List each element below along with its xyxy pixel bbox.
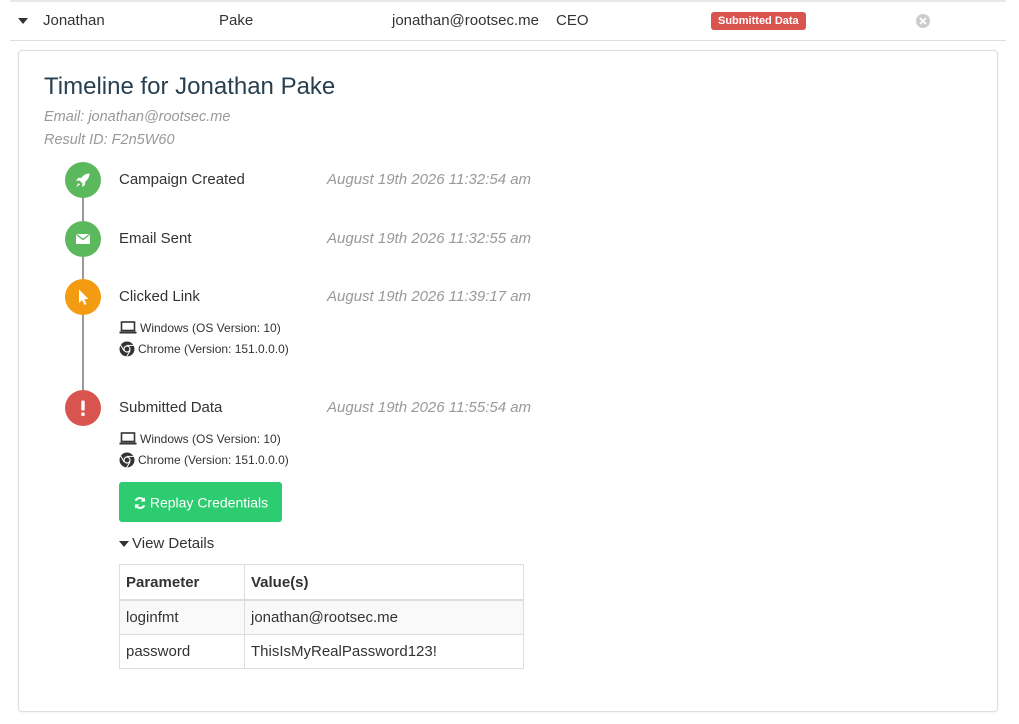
- caret-down-icon: [119, 541, 129, 548]
- event-label: Clicked Link: [119, 288, 200, 305]
- os-label: Windows (OS Version: 10): [140, 320, 281, 335]
- browser-detail: Chrome (Version: 151.0.0.0): [119, 340, 289, 357]
- browser-label: Chrome (Version: 151.0.0.0): [138, 452, 289, 467]
- browser-detail: Chrome (Version: 151.0.0.0): [119, 451, 289, 468]
- table-row: password ThisIsMyRealPassword123!: [119, 634, 524, 669]
- timeline-email: Email: jonathan@rootsec.me: [44, 109, 231, 125]
- laptop-icon: [119, 321, 137, 334]
- event-label: Campaign Created: [119, 171, 245, 188]
- view-details-toggle[interactable]: View Details: [119, 535, 214, 552]
- timeline-panel: Timeline for Jonathan Pake Email: jonath…: [18, 50, 998, 712]
- laptop-icon: [119, 432, 137, 445]
- table-header-row: Parameter Value(s): [119, 564, 524, 601]
- rocket-icon: [65, 162, 101, 198]
- mouse-pointer-icon: [65, 279, 101, 315]
- os-detail: Windows (OS Version: 10): [119, 319, 281, 335]
- close-icon[interactable]: [916, 14, 930, 28]
- value-cell: ThisIsMyRealPassword123!: [244, 634, 524, 669]
- results-table-row[interactable]: Jonathan Pake jonathan@rootsec.me CEO Su…: [10, 2, 1006, 41]
- parameter-cell: password: [119, 634, 245, 669]
- replay-credentials-label: Replay Credentials: [149, 494, 269, 511]
- position-cell: CEO: [556, 12, 589, 29]
- column-header: Value(s): [244, 564, 524, 601]
- envelope-icon: [65, 221, 101, 257]
- email-cell: jonathan@rootsec.me: [392, 12, 539, 29]
- details-table: Parameter Value(s) loginfmt jonathan@roo…: [119, 564, 524, 669]
- os-label: Windows (OS Version: 10): [140, 431, 281, 446]
- timeline-result-id: Result ID: F2n5W60: [44, 132, 175, 148]
- last-name-cell: Pake: [219, 12, 254, 29]
- column-header: Parameter: [119, 564, 245, 601]
- event-time: August 19th 2026 11:39:17 am: [327, 288, 532, 305]
- event-time: August 19th 2026 11:32:55 am: [327, 230, 532, 247]
- event-label: Email Sent: [119, 230, 192, 247]
- os-detail: Windows (OS Version: 10): [119, 430, 281, 446]
- view-details-label: View Details: [132, 535, 215, 552]
- status-badge: Submitted Data: [711, 12, 806, 30]
- browser-label: Chrome (Version: 151.0.0.0): [138, 341, 289, 356]
- chrome-icon: [119, 452, 135, 468]
- exclamation-icon: [65, 390, 101, 426]
- event-time: August 19th 2026 11:32:54 am: [327, 171, 532, 188]
- parameter-cell: loginfmt: [119, 599, 245, 635]
- refresh-icon: [134, 496, 146, 509]
- event-label: Submitted Data: [119, 399, 223, 416]
- table-row: loginfmt jonathan@rootsec.me: [119, 599, 524, 635]
- chrome-icon: [119, 341, 135, 357]
- timeline-title: Timeline for Jonathan Pake: [44, 73, 336, 100]
- value-cell: jonathan@rootsec.me: [244, 599, 524, 635]
- collapse-row-caret-icon[interactable]: [18, 18, 28, 24]
- event-time: August 19th 2026 11:55:54 am: [327, 399, 532, 416]
- replay-credentials-button[interactable]: Replay Credentials: [119, 482, 282, 522]
- first-name-cell: Jonathan: [43, 12, 105, 29]
